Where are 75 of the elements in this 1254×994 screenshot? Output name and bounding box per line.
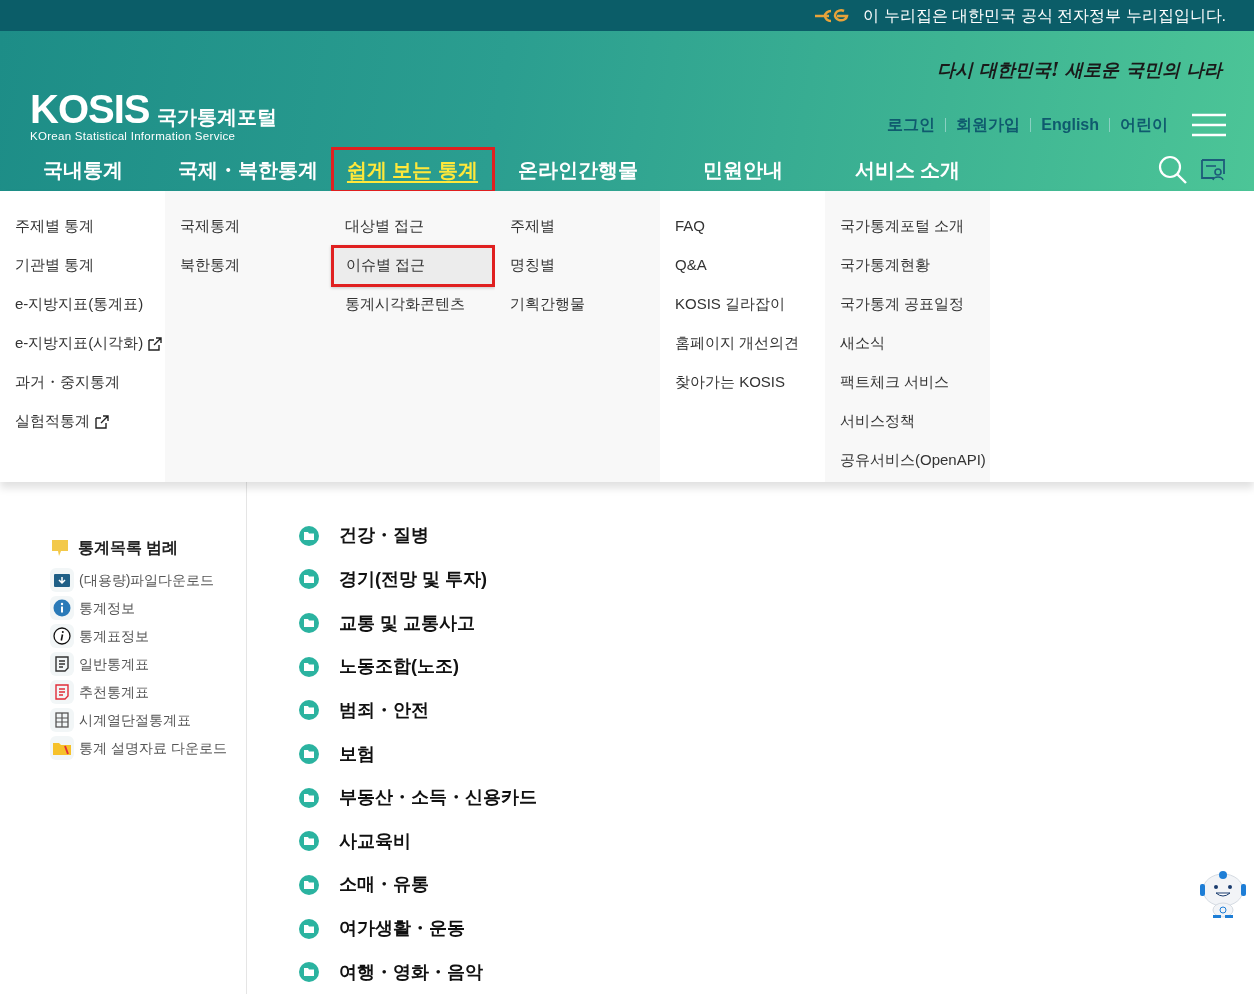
banner-text: 이 누리집은 대한민국 공식 전자정부 누리집입니다.	[863, 5, 1226, 26]
folder-icon	[299, 613, 319, 634]
topic-link[interactable]: 사교육비	[299, 819, 1254, 864]
table-icon	[50, 708, 74, 732]
legend-title: 통계목록 범례	[78, 538, 179, 558]
legend-label: (대용량)파일다운로드	[79, 570, 215, 590]
legend-label: 추천통계표	[79, 682, 149, 702]
folder-icon	[299, 700, 319, 721]
submenu-link[interactable]: 팩트체크 서비스	[825, 371, 950, 394]
legend-label: 시계열단절통계표	[79, 710, 191, 730]
submenu-link[interactable]: 실험적통계	[0, 410, 110, 433]
submenu-link[interactable]: 서비스정책	[825, 410, 915, 433]
document-icon	[50, 680, 74, 704]
folder-icon	[299, 918, 319, 939]
nav-tab[interactable]: 국제・북한통계	[177, 154, 318, 185]
topic-link[interactable]: 경기(전망 및 투자)	[299, 557, 1254, 602]
info-icon	[50, 596, 74, 620]
folder-icon	[299, 962, 319, 983]
submenu-link[interactable]: 통계시각화콘텐츠	[330, 293, 465, 316]
download-folder-icon	[50, 568, 74, 592]
submenu-link[interactable]: 주제별	[495, 215, 555, 238]
nav-tab[interactable]: 국내통계	[42, 154, 123, 185]
folder-icon	[299, 656, 319, 677]
submenu-link[interactable]: 새소식	[825, 332, 885, 355]
external-link-icon	[94, 413, 110, 430]
topic-link[interactable]: 보험	[299, 732, 1254, 776]
submenu-link[interactable]: 기획간행물	[495, 293, 585, 316]
topic-link[interactable]: 교통 및 교통사고	[299, 601, 1254, 645]
legend-label: 통계 설명자료 다운로드	[79, 738, 227, 758]
folder-icon	[299, 525, 319, 546]
person-card-icon[interactable]	[1200, 157, 1226, 182]
menu-icon[interactable]	[1192, 112, 1226, 137]
submenu-link[interactable]: Q&A	[660, 254, 707, 277]
folder-icon	[299, 831, 319, 852]
submenu-link[interactable]: 국제통계	[165, 215, 240, 238]
submenu-link[interactable]: KOSIS 길라잡이	[660, 293, 786, 316]
submenu-link[interactable]: 북한통계	[165, 254, 240, 277]
submenu-link[interactable]: 이슈별 접근	[331, 244, 495, 287]
external-link-icon	[147, 335, 164, 352]
robot-mascot-drawing[interactable]	[1198, 870, 1248, 918]
folder-icon	[299, 787, 319, 808]
topic-link[interactable]: 소매・유통	[299, 863, 1254, 907]
topic-link[interactable]: 노동조합(노조)	[299, 644, 1254, 689]
legend-label: 일반통계표	[79, 654, 149, 674]
submenu-link[interactable]: 홈페이지 개선의견	[660, 332, 800, 355]
kosis-logo[interactable]: KOSIS 국가통계포털 KOrean Statistical Information Service	[30, 89, 278, 143]
submenu-link[interactable]: 과거・중지통계	[0, 371, 120, 394]
legend-label: 통계표정보	[79, 626, 149, 646]
speech-bubble-icon	[50, 538, 70, 558]
folder-icon	[299, 874, 319, 895]
legend-label: 통계정보	[79, 598, 135, 618]
submenu-link[interactable]: e-지방지표(통계표)	[0, 293, 144, 316]
topic-link[interactable]: 여가생활・운동	[299, 906, 1254, 951]
submenu-link[interactable]: 국가통계 공표일정	[825, 293, 965, 316]
topic-link[interactable]: 범죄・안전	[299, 688, 1254, 733]
submenu-link[interactable]: FAQ	[660, 215, 705, 238]
submenu-link[interactable]: 명칭별	[495, 254, 555, 277]
search-icon[interactable]	[1158, 154, 1188, 185]
slogan: 다시 대한민국! 새로운 국민의 나라	[937, 58, 1222, 82]
folder-icon	[299, 569, 319, 590]
submenu-link[interactable]: 공유서비스(OpenAPI)	[825, 449, 986, 472]
topic-link[interactable]: 건강・질병	[299, 514, 1254, 558]
submenu-link[interactable]: 찾아가는 KOSIS	[660, 371, 786, 394]
submenu-link[interactable]: 기관별 통계	[0, 254, 95, 277]
topic-link[interactable]: 여행・영화・음악	[299, 950, 1254, 994]
submenu-link[interactable]: 대상별 접근	[330, 215, 425, 238]
folder-icon	[299, 744, 319, 764]
folder-icon	[50, 736, 74, 760]
info-icon	[50, 624, 74, 648]
submenu-link[interactable]: 주제별 통계	[0, 215, 95, 238]
topic-link[interactable]: 부동산・소득・신용카드	[299, 775, 1254, 820]
submenu-link[interactable]: 국가통계포털 소개	[825, 215, 965, 238]
document-icon	[50, 652, 74, 676]
submenu-link[interactable]: e-지방지표(시각화)	[0, 332, 164, 355]
submenu-link[interactable]: 국가통계현황	[825, 254, 930, 277]
